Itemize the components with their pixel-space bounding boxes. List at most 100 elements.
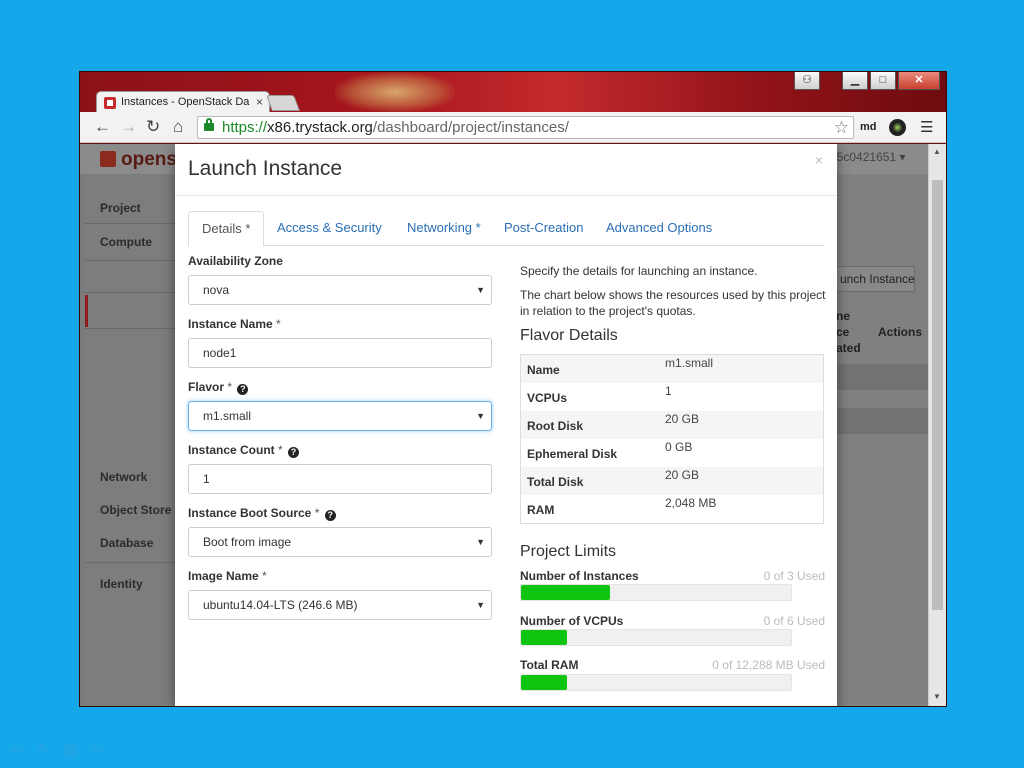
- image-name-label-text: Image Name: [188, 569, 259, 583]
- tab-title: Instances - OpenStack Da: [121, 96, 250, 108]
- address-bar[interactable]: https://x86.trystack.org/dashboard/proje…: [197, 116, 854, 139]
- pen-icon[interactable]: ✎: [37, 740, 50, 758]
- logo-text: openst: [121, 149, 184, 170]
- availability-zone-select[interactable]: nova ▼: [188, 275, 492, 305]
- bookmark-star-icon[interactable]: ☆: [834, 117, 849, 138]
- sidebar-divider: [85, 328, 175, 329]
- new-tab-button[interactable]: [266, 95, 300, 111]
- close-icon[interactable]: ×: [815, 152, 823, 168]
- flavor-row-value: 20 GB: [665, 468, 700, 482]
- browser-window: ⚇ ▁ □ ✕ Instances - OpenStack Da × ← → ↻…: [79, 71, 947, 707]
- table-row: [830, 408, 928, 434]
- table-row: VCPUs 1: [521, 383, 823, 411]
- tab-advanced-options[interactable]: Advanced Options: [593, 211, 725, 246]
- image-name-label: Image Name *: [188, 569, 267, 583]
- limit-instances-bar: [520, 584, 792, 601]
- modal-header: Launch Instance ×: [175, 144, 837, 196]
- required-marker: *: [278, 443, 283, 457]
- sidebar-item-object-store[interactable]: Object Store: [100, 503, 171, 517]
- boot-source-value: Boot from image: [203, 535, 292, 549]
- sidebar-item-compute[interactable]: Compute: [100, 235, 152, 249]
- availability-zone-label: Availability Zone: [188, 254, 283, 268]
- modal-tabs: Details * Access & Security Networking *…: [188, 211, 825, 247]
- help-icon[interactable]: ?: [237, 384, 249, 395]
- sidebar-divider: [85, 260, 175, 261]
- image-name-select[interactable]: ubuntu14.04-LTS (246.6 MB) ▼: [188, 590, 492, 620]
- instance-name-input[interactable]: node1: [188, 338, 492, 368]
- table-header-actions: Actions: [878, 325, 923, 339]
- flavor-row-name: Ephemeral Disk: [527, 447, 618, 461]
- instance-name-label-text: Instance Name: [188, 317, 273, 331]
- modal-title: Launch Instance: [188, 157, 343, 180]
- scroll-down-icon[interactable]: ▼: [933, 692, 941, 701]
- flavor-row-value: 20 GB: [665, 412, 700, 426]
- sidebar-divider: [85, 292, 175, 293]
- menu-icon[interactable]: ☰: [920, 120, 933, 135]
- previous-slide-icon[interactable]: ⇦: [10, 740, 23, 758]
- project-selector[interactable]: 85c0421651 ▾: [830, 150, 905, 164]
- scroll-thumb[interactable]: [932, 180, 943, 610]
- titlebar-decoration: [335, 72, 455, 112]
- help-icon[interactable]: ?: [288, 447, 300, 458]
- maximize-button[interactable]: □: [870, 72, 896, 90]
- dashboard-sidebar: Project Compute Network Object Store Dat…: [85, 174, 175, 706]
- progress-fill: [521, 675, 567, 690]
- flavor-row-name: Name: [527, 363, 560, 377]
- sidebar-divider: [85, 223, 175, 224]
- instance-count-value: 1: [203, 472, 210, 486]
- tab-close-icon[interactable]: ×: [256, 95, 263, 109]
- limit-vcpus-used: 0 of 6 Used: [763, 614, 825, 628]
- url-host: x86.trystack.org: [267, 119, 373, 136]
- sidebar-item-network[interactable]: Network: [100, 470, 147, 484]
- required-marker: *: [227, 380, 233, 394]
- page-viewport: openst 85c0421651 ▾ Project Compute Netw…: [80, 144, 928, 706]
- flavor-row-value: m1.small: [665, 356, 714, 370]
- limit-instances-label: Number of Instances: [520, 569, 639, 583]
- openstack-favicon-icon: [104, 97, 116, 109]
- project-limits-heading: Project Limits: [520, 543, 617, 560]
- help-icon[interactable]: ?: [324, 510, 336, 521]
- flavor-select[interactable]: m1.small ▼: [188, 401, 492, 431]
- extension-icon[interactable]: [889, 119, 906, 136]
- sidebar-item-project[interactable]: Project: [100, 201, 141, 215]
- flavor-row-value: 0 GB: [665, 440, 693, 454]
- profile-button[interactable]: md: [860, 121, 877, 133]
- limit-vcpus-bar: [520, 629, 792, 646]
- instance-count-input[interactable]: 1: [188, 464, 492, 494]
- minimize-button[interactable]: ▁: [842, 72, 868, 90]
- tab-post-creation[interactable]: Post-Creation: [491, 211, 596, 246]
- flavor-details-table: Name m1.small VCPUs 1 Root Disk 20 GB Ep…: [520, 354, 824, 524]
- description-text: Specify the details for launching an ins…: [520, 264, 758, 278]
- url-scheme: https://: [222, 119, 268, 136]
- tab-details[interactable]: Details *: [188, 211, 265, 247]
- home-icon[interactable]: ⌂: [173, 117, 183, 137]
- sidebar-item-identity[interactable]: Identity: [100, 577, 143, 591]
- boot-source-select[interactable]: Boot from image ▼: [188, 527, 492, 557]
- close-window-button[interactable]: ✕: [898, 72, 940, 90]
- flavor-row-name: RAM: [527, 503, 555, 517]
- sidebar-item-database[interactable]: Database: [100, 536, 153, 550]
- table-row: [830, 364, 928, 390]
- next-slide-icon[interactable]: ⇨: [91, 740, 104, 758]
- reload-icon[interactable]: ↻: [146, 117, 160, 137]
- instance-name-label: Instance Name *: [188, 317, 281, 331]
- flavor-details-heading: Flavor Details: [520, 327, 618, 344]
- tab-access-security[interactable]: Access & Security: [264, 211, 395, 246]
- slide-menu-icon[interactable]: ▤: [63, 740, 77, 758]
- scroll-up-icon[interactable]: ▲: [933, 147, 941, 156]
- openstack-logo-icon: [100, 151, 116, 167]
- active-section-marker: [85, 295, 88, 327]
- instance-count-label-text: Instance Count: [188, 443, 275, 457]
- user-icon[interactable]: ⚇: [794, 72, 820, 90]
- launch-instance-button[interactable]: unch Instance: [835, 266, 915, 292]
- tab-networking[interactable]: Networking *: [394, 211, 494, 246]
- browser-tab[interactable]: Instances - OpenStack Da ×: [96, 91, 270, 113]
- quota-description-text: The chart below shows the resources used…: [520, 288, 826, 318]
- back-arrow-icon[interactable]: ←: [94, 117, 111, 137]
- flavor-row-name: Root Disk: [527, 419, 584, 433]
- table-row: Name m1.small: [521, 355, 823, 383]
- slide-navigation: ⇦ ✎ ▤ ⇨: [10, 740, 104, 758]
- forward-arrow-icon[interactable]: →: [120, 117, 137, 137]
- page-scrollbar[interactable]: ▲ ▼: [928, 144, 946, 706]
- table-header-created: ne ce ated: [836, 309, 861, 355]
